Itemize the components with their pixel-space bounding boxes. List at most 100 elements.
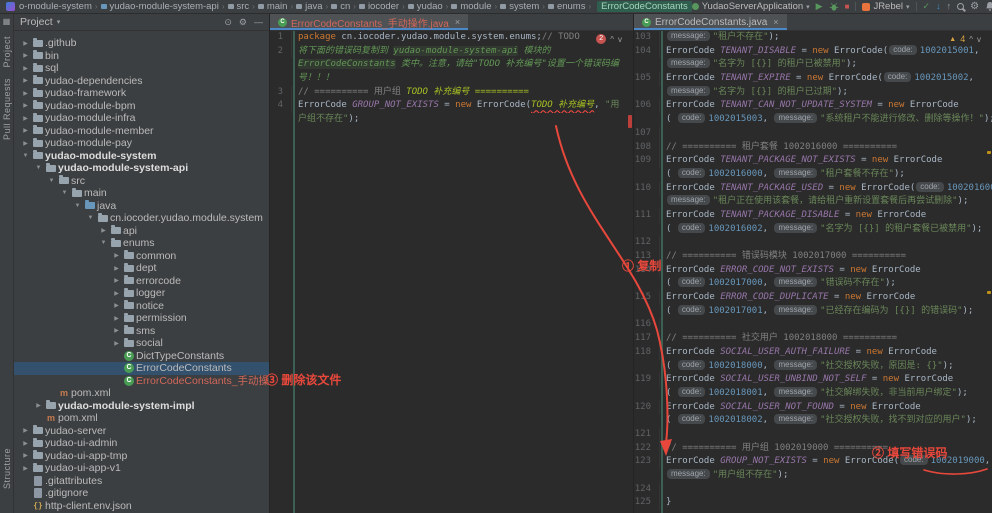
line-number[interactable]: 3 — [270, 85, 292, 100]
prev-warning-icon[interactable]: ^ — [969, 35, 973, 44]
tree-item[interactable]: ▼ cn.iocoder.yudao.module.system — [14, 212, 269, 225]
tree-item[interactable]: ▼ java — [14, 200, 269, 213]
settings-gear-icon[interactable]: ⚙ — [970, 2, 979, 12]
code-line[interactable]: 109 ErrorCode TENANT_PACKAGE_NOT_EXISTS =… — [634, 154, 992, 168]
code-line[interactable]: message: "租户正在使用该套餐，请给租户重新设置套餐后再尝试删除"); — [634, 195, 992, 209]
code-line[interactable]: 112 — [634, 236, 992, 251]
error-stripe-mark[interactable] — [628, 115, 632, 128]
inspections-widget-left[interactable]: 2 ^ v — [593, 33, 625, 45]
line-number[interactable]: 118 — [634, 345, 660, 360]
code-line[interactable]: 116 — [634, 318, 992, 333]
tree-expand-arrow[interactable]: ▼ — [33, 165, 44, 171]
next-warning-icon[interactable]: v — [977, 35, 981, 44]
tool-windows-grid-icon[interactable]: ▦ — [3, 17, 11, 26]
panel-settings-icon[interactable]: ⚙ — [239, 17, 247, 28]
tree-item[interactable]: ▶ dept — [14, 262, 269, 275]
code-line[interactable]: 号！！！ — [270, 72, 633, 86]
code-line[interactable]: 106 ErrorCode TENANT_CAN_NOT_UPDATE_SYSTE… — [634, 99, 992, 114]
tree-item[interactable]: ▶ sql — [14, 62, 269, 75]
editor-content-left[interactable]: 1 package cn.iocoder.yudao.module.system.… — [270, 31, 633, 513]
stop-button[interactable]: ■ — [845, 2, 850, 11]
tree-item[interactable]: ▶ api — [14, 225, 269, 238]
tree-expand-arrow[interactable]: ▶ — [98, 227, 109, 234]
next-error-icon[interactable]: v — [618, 35, 622, 44]
code-line[interactable]: 105 ErrorCode TENANT_EXPIRE = new ErrorCo… — [634, 72, 992, 86]
tree-item[interactable]: ▶ errorcode — [14, 275, 269, 288]
tree-item[interactable]: ▶ yudao-framework — [14, 87, 269, 100]
code-line[interactable]: 122 // ========== 用户组 1002019000 ========… — [634, 441, 992, 456]
tree-item[interactable]: ▶ common — [14, 250, 269, 263]
tree-expand-arrow[interactable]: ▶ — [20, 465, 31, 472]
tree-item[interactable]: ▶ yudao-ui-app-tmp — [14, 450, 269, 463]
line-number[interactable]: 105 — [634, 72, 660, 86]
breadcrumb-current-file[interactable]: ErrorCodeConstants — [597, 1, 692, 12]
tree-expand-arrow[interactable]: ▶ — [20, 440, 31, 447]
code-line[interactable]: 2 将下面的错误码复制到 yudao-module-system-api 模块的 — [270, 44, 633, 59]
tree-item[interactable]: http-client.env.json — [14, 500, 269, 513]
debug-button-icon[interactable] — [829, 2, 839, 12]
code-line[interactable]: 120 ErrorCode SOCIAL_USER_NOT_FOUND = new… — [634, 400, 992, 415]
tree-item[interactable]: pom.xml — [14, 387, 269, 400]
code-line[interactable]: 4 ErrorCode GROUP_NOT_EXISTS = new ErrorC… — [270, 99, 633, 114]
code-line[interactable]: 3// ========== 用户组 TODO 补充编号 ========== — [270, 85, 633, 100]
tree-expand-arrow[interactable]: ▼ — [59, 190, 70, 196]
line-number[interactable]: 119 — [634, 373, 660, 387]
line-number[interactable]: 2 — [270, 44, 292, 59]
warning-stripe-mark[interactable] — [987, 151, 991, 154]
inspections-widget-right[interactable]: ▲ 4 ^ v — [946, 33, 984, 45]
code-line[interactable]: message: "名字为 [{}] 的租户已被禁用"); — [634, 58, 992, 72]
project-panel-title[interactable]: Project — [20, 16, 53, 28]
line-number[interactable]: 124 — [634, 482, 660, 497]
tree-expand-arrow[interactable]: ▶ — [20, 452, 31, 459]
tree-expand-arrow[interactable]: ▼ — [72, 203, 83, 209]
code-line[interactable]: 113 // ========== 错误码模块 1002017000 ======… — [634, 250, 992, 264]
tree-expand-arrow[interactable]: ▶ — [20, 102, 31, 109]
tree-item[interactable]: ▶ yudao-module-member — [14, 125, 269, 138]
tree-item[interactable]: ▶ yudao-module-infra — [14, 112, 269, 125]
line-number[interactable]: 117 — [634, 332, 660, 346]
tree-item[interactable]: ▶ yudao-module-bpm — [14, 100, 269, 113]
breadcrumb-item[interactable]: yudao — [417, 1, 443, 12]
tool-button-structure[interactable]: Structure — [2, 448, 12, 489]
code-line[interactable]: ( code: 1002018001, message: "社交解绑失败，非当前用户… — [634, 386, 992, 401]
search-icon[interactable] — [957, 3, 965, 10]
close-icon[interactable]: × — [773, 17, 778, 27]
tree-item[interactable]: ▶ bin — [14, 50, 269, 63]
breadcrumb-project[interactable]: o-module-system — [19, 1, 92, 12]
prev-error-icon[interactable]: ^ — [610, 35, 614, 44]
code-line[interactable]: 1 package cn.iocoder.yudao.module.system.… — [270, 31, 633, 45]
code-line[interactable]: ( code: 1002018000, message: "社交授权失败，原因是: … — [634, 359, 992, 374]
tree-item[interactable]: .gitignore — [14, 487, 269, 500]
hide-panel-icon[interactable]: — — [254, 17, 263, 28]
breadcrumb-item[interactable]: iocoder — [368, 1, 399, 12]
code-line[interactable]: ( code: 1002016000, message: "租户套餐不存在"); — [634, 167, 992, 182]
locate-file-icon[interactable]: ⊙ — [224, 17, 232, 28]
tree-item[interactable]: ▶ yudao-server — [14, 425, 269, 438]
push-icon[interactable]: ↑ — [947, 2, 952, 11]
run-configuration-select[interactable]: YudaoServerApplication ▾ — [691, 1, 810, 12]
tree-expand-arrow[interactable]: ▶ — [20, 90, 31, 97]
tree-item[interactable]: pom.xml — [14, 412, 269, 425]
tree-item[interactable]: DictTypeConstants — [14, 350, 269, 363]
update-project-icon[interactable]: ↓ — [936, 2, 941, 11]
tree-expand-arrow[interactable]: ▶ — [20, 127, 31, 134]
tab-errorcodeconstants-manual[interactable]: ErrorCodeConstants_手动操作.java × — [270, 14, 469, 30]
code-line[interactable]: 117 // ========== 社交用户 1002018000 =======… — [634, 332, 992, 346]
warning-stripe-mark[interactable] — [987, 291, 991, 294]
tree-item[interactable]: ▶ sms — [14, 325, 269, 338]
tree-item[interactable]: ▼ enums — [14, 237, 269, 250]
code-line[interactable]: 125} — [634, 496, 992, 511]
tree-expand-arrow[interactable]: ▶ — [20, 52, 31, 59]
notifications-bell-icon[interactable] — [985, 1, 992, 12]
commit-icon[interactable]: ✓ — [923, 2, 931, 11]
tree-expand-arrow[interactable]: ▼ — [98, 240, 109, 246]
code-line[interactable]: 124 — [634, 482, 992, 497]
tree-expand-arrow[interactable]: ▶ — [111, 302, 122, 309]
code-line[interactable]: 114 ErrorCode ERROR_CODE_NOT_EXISTS = new… — [634, 263, 992, 278]
tree-item[interactable]: ▶ yudao-module-system-impl — [14, 400, 269, 413]
tree-item[interactable]: ▶ yudao-module-pay — [14, 137, 269, 150]
breadcrumb-item[interactable]: main — [267, 1, 288, 12]
code-line[interactable]: ( code: 1002018002, message: "社交授权失败，找不到对应… — [634, 414, 992, 428]
line-number[interactable]: 121 — [634, 427, 660, 442]
line-number[interactable]: 1 — [270, 31, 292, 45]
